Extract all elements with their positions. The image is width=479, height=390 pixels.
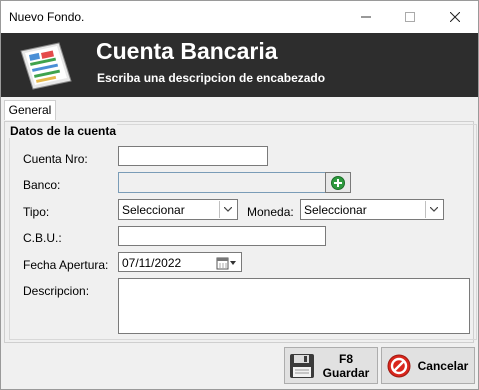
account-number-label: Cuenta Nro: <box>23 152 88 166</box>
minimize-button[interactable] <box>344 1 388 32</box>
currency-select-value: Seleccionar <box>304 203 367 217</box>
maximize-icon <box>405 11 415 22</box>
tab-strip: General <box>1 97 478 121</box>
currency-label: Moneda: <box>247 205 294 219</box>
account-number-field[interactable] <box>118 146 268 166</box>
chevron-down-icon <box>219 201 236 218</box>
chevron-down-icon <box>425 201 442 218</box>
calendar-dropdown-icon[interactable] <box>216 256 238 270</box>
save-button-label: Guardar <box>322 365 370 380</box>
save-button[interactable]: F8 Guardar <box>284 347 378 384</box>
save-shortcut-key: F8 <box>338 351 353 366</box>
header-title: Cuenta Bancaria <box>96 38 278 64</box>
ledger-book-icon <box>20 42 72 90</box>
currency-select[interactable]: Seleccionar <box>300 199 444 220</box>
add-green-icon <box>331 175 345 190</box>
bank-label: Banco: <box>23 178 61 192</box>
minimize-icon <box>361 16 371 17</box>
description-label: Descripcion: <box>23 284 90 298</box>
header-subtitle: Escriba una descripcion de encabezado <box>97 71 326 85</box>
cancel-red-icon <box>387 354 411 377</box>
tab-general[interactable]: General <box>4 100 56 120</box>
group-legend: Datos de la cuenta <box>9 124 118 138</box>
cancel-button-label: Cancelar <box>417 358 469 373</box>
close-button[interactable] <box>433 1 477 32</box>
header-banner: Cuenta Bancaria Escriba una descripcion … <box>1 33 478 97</box>
window-title: Nuevo Fondo. <box>9 10 85 24</box>
save-button-text: F8 Guardar <box>315 352 377 380</box>
opening-date-picker[interactable]: 07/11/2022 <box>118 252 242 272</box>
type-select-value: Seleccionar <box>122 203 185 217</box>
title-bar: Nuevo Fondo. <box>1 1 478 33</box>
close-icon <box>450 11 460 22</box>
dialog-window: Nuevo Fondo. Cuenta Bancaria Escriba una… <box>0 0 479 390</box>
add-bank-button[interactable] <box>325 172 351 193</box>
cancel-button[interactable]: Cancelar <box>381 347 475 384</box>
cbu-label: C.B.U.: <box>23 231 62 245</box>
floppy-disk-icon <box>290 353 314 378</box>
opening-date-label: Fecha Apertura: <box>23 258 109 272</box>
description-textarea[interactable] <box>118 278 470 334</box>
cbu-field[interactable] <box>118 226 326 246</box>
maximize-button[interactable] <box>388 1 432 32</box>
bank-field[interactable] <box>118 172 326 193</box>
opening-date-value: 07/11/2022 <box>122 256 182 270</box>
type-select[interactable]: Seleccionar <box>118 199 238 220</box>
type-label: Tipo: <box>23 205 50 219</box>
